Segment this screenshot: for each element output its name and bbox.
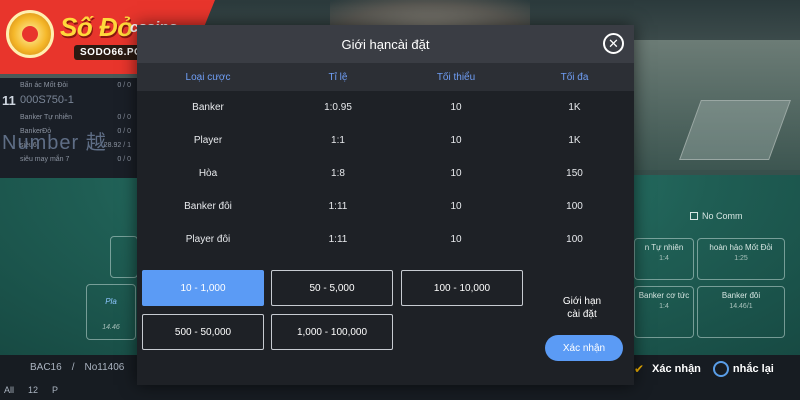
stats-row-label: siêu may mắn 7 <box>20 155 70 163</box>
confirm-button[interactable]: Xác nhận <box>545 335 623 361</box>
stats-row-value: 28.92 / 1 <box>103 141 131 149</box>
round-number: No11406 <box>84 361 125 373</box>
cell-min: 10 <box>450 135 462 146</box>
watermark-text: Number 越 <box>2 132 107 154</box>
cell-max: 1K <box>568 102 581 113</box>
no-comm-label: No Comm <box>702 211 743 221</box>
cell-type: Hòa <box>198 168 218 179</box>
limit-settings-label: Giới hạn cài đặt <box>547 295 617 321</box>
close-button[interactable]: ✕ <box>603 33 624 54</box>
repeat-icon <box>712 361 729 377</box>
table-row: Banker đôi 1:11 10 100 <box>137 190 634 223</box>
cell-min: 10 <box>450 168 462 179</box>
modal-title: Giới hạncài đặt <box>341 36 430 52</box>
limit-option-50-5000[interactable]: 50 - 5,000 <box>271 270 393 306</box>
stats-row-value: 0 / 0 <box>117 113 131 121</box>
bet-area[interactable]: n Tự nhiên 1:4 <box>634 238 694 280</box>
cell-min: 10 <box>450 234 462 245</box>
table-row: Player 1:1 10 1K <box>137 124 634 157</box>
close-icon: ✕ <box>608 36 619 51</box>
bet-area-label: n Tự nhiên <box>644 243 684 252</box>
bet-area[interactable]: hoàn hảo Mốt Đỏi 1:25 <box>697 238 785 280</box>
bet-area-label: hoàn hảo Mốt Đỏi <box>709 243 773 252</box>
column-header: Tối thiểu <box>436 71 476 83</box>
table-row: Banker 1:0.95 10 1K <box>137 91 634 124</box>
bg-confirm-button[interactable]: ✔ Xác nhận <box>634 362 701 376</box>
bet-area-odds: 1:4 <box>659 255 669 262</box>
bet-limit-modal: Giới hạncài đặt ✕ Loại cược Tỉ lệ Tối th… <box>137 25 634 385</box>
summary-count: 12 <box>28 385 39 395</box>
bet-area-player[interactable]: Pla 14.46 <box>86 284 136 340</box>
stats-row: Banker Tự nhiên 0 / 0 <box>0 110 137 124</box>
column-header: Tối đa <box>560 71 589 83</box>
bet-area-label: Pla <box>105 297 117 306</box>
bet-area[interactable]: Banker đôi 14.46/1 <box>697 286 785 338</box>
cell-max: 100 <box>566 201 583 212</box>
table-number: 11 <box>2 93 16 108</box>
cell-min: 10 <box>450 102 462 113</box>
table-row: Player đôi 1:11 10 100 <box>137 223 634 256</box>
cell-ratio: 1:11 <box>328 201 348 212</box>
round-code: 000S750-1 <box>20 94 74 106</box>
column-header: Loại cược <box>185 71 231 83</box>
table-row: Hòa 1:8 10 150 <box>137 157 634 190</box>
summary-player: P <box>52 385 59 395</box>
bg-confirm-label: Xác nhận <box>652 362 701 375</box>
limit-label-line1: Giới hạn <box>562 296 602 307</box>
bet-area-odds: 1:25 <box>734 255 748 262</box>
cell-ratio: 1:1 <box>331 135 345 146</box>
limits-table: Loại cược Tỉ lệ Tối thiểu Tối đa Banker … <box>137 63 634 256</box>
separator: / <box>71 361 75 373</box>
bet-area[interactable] <box>110 236 138 278</box>
stats-panel: Bẩn ác Mốt Đỏi 0 / 0 Banker Tự nhiên 0 /… <box>0 78 138 178</box>
logo-emblem-icon <box>6 10 54 58</box>
table-name: BAC16 <box>30 361 62 373</box>
stats-row-value: 0 / 0 <box>117 155 131 163</box>
stats-row-label: Banker Tự nhiên <box>20 113 73 121</box>
cell-max: 100 <box>566 234 583 245</box>
road-summary: All 12 P <box>0 380 140 400</box>
limit-option-500-50000[interactable]: 500 - 50,000 <box>142 314 264 350</box>
limit-option-10-1000[interactable]: 10 - 1,000 <box>142 270 264 306</box>
cell-ratio: 1:0.95 <box>324 102 352 113</box>
cell-ratio: 1:8 <box>331 168 345 179</box>
bet-area[interactable]: Banker cơ tức 1:4 <box>634 286 694 338</box>
stats-row-value: 0 / 0 <box>117 81 131 89</box>
cell-ratio: 1:11 <box>328 234 348 245</box>
bet-area-label: Banker cơ tức <box>638 291 690 300</box>
summary-all: All <box>4 385 15 395</box>
table-header-row: Loại cược Tỉ lệ Tối thiểu Tối đa <box>137 63 634 91</box>
cell-type: Banker đôi <box>184 201 232 212</box>
stats-row-label: Bẩn ác Mốt Đỏi <box>20 81 68 89</box>
cell-max: 150 <box>566 168 583 179</box>
bet-area-label: Banker đôi <box>721 291 761 300</box>
cell-max: 1K <box>568 135 581 146</box>
bet-area-odds: 14.46 <box>102 324 120 331</box>
check-icon: ✔ <box>634 362 645 376</box>
bet-area-odds: 1:4 <box>659 303 669 310</box>
limit-label-line2: cài đặt <box>567 309 597 320</box>
repeat-label: nhắc lại <box>732 362 774 375</box>
cell-min: 10 <box>450 201 462 212</box>
logo-brand-text: Số Đỏ <box>60 12 133 42</box>
limit-option-100-10000[interactable]: 100 - 10,000 <box>401 270 523 306</box>
cell-type: Player <box>193 135 223 146</box>
repeat-button[interactable]: nhắc lại <box>712 361 774 377</box>
modal-header: Giới hạncài đặt ✕ <box>137 25 634 63</box>
cell-type: Banker <box>192 102 224 113</box>
column-header: Tỉ lệ <box>328 71 348 83</box>
stats-row-value: 0 / 0 <box>117 127 131 135</box>
action-bar: ✔ Xác nhận nhắc lại <box>634 356 774 382</box>
bet-area-odds: 14.46/1 <box>729 303 753 310</box>
limit-option-1000-100000[interactable]: 1,000 - 100,000 <box>271 314 393 350</box>
table-info: BAC16 / No11406 <box>0 356 124 378</box>
no-comm-toggle[interactable]: No Comm <box>690 211 743 221</box>
stats-row: Bẩn ác Mốt Đỏi 0 / 0 <box>0 78 137 92</box>
checkbox-icon[interactable] <box>690 212 698 220</box>
cell-type: Player đôi <box>185 234 231 245</box>
